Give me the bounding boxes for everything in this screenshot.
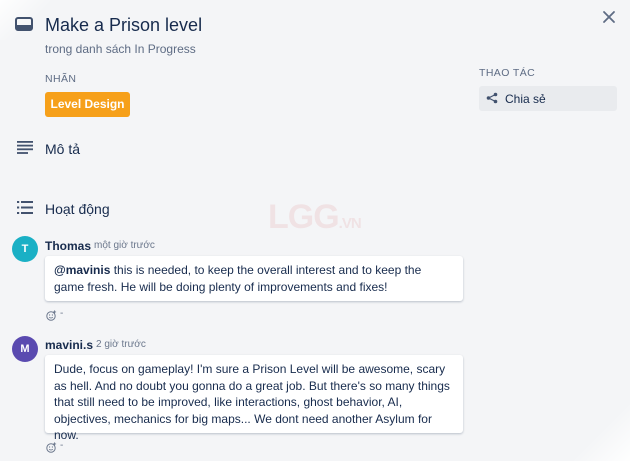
description-heading: Mô tả (45, 141, 81, 157)
actions-heading: THAO TÁC (479, 67, 536, 79)
share-label: Chia sẻ (505, 92, 546, 106)
comment-text: this is needed, to keep the overall inte… (54, 263, 422, 294)
avatar[interactable]: T (12, 236, 38, 262)
close-icon[interactable] (601, 9, 617, 25)
avatar[interactable]: M (12, 336, 38, 362)
comment-author[interactable]: mavini.s (45, 338, 93, 352)
comment-text: Dude, focus on gameplay! I'm sure a Pris… (54, 362, 450, 442)
card-title[interactable]: Make a Prison level (45, 15, 202, 36)
mention[interactable]: @mavinis (54, 263, 110, 277)
comment-body: @mavinis this is needed, to keep the ove… (45, 256, 463, 301)
share-button[interactable]: Chia sẻ (479, 86, 617, 111)
label-level-design[interactable]: Level Design (45, 92, 130, 117)
card-list-subtitle: trong danh sách In Progress (45, 42, 196, 56)
corner-glare (570, 401, 630, 461)
add-reaction-icon[interactable] (46, 442, 57, 453)
comment-time[interactable]: một giờ trước (94, 240, 155, 251)
share-icon (486, 92, 498, 104)
labels-heading: NHÃN (45, 73, 77, 85)
activity-icon (17, 201, 33, 214)
comment-footer: - (60, 440, 64, 451)
comment-body: Dude, focus on gameplay! I'm sure a Pris… (45, 355, 463, 442)
comment-time[interactable]: 2 giờ trước (96, 339, 146, 350)
comment-author[interactable]: Thomas (45, 239, 91, 253)
watermark-logo: LGG.VN (268, 198, 362, 236)
comment-footer: - (60, 308, 64, 319)
description-icon (17, 141, 33, 154)
card-icon (15, 17, 33, 31)
activity-heading: Hoạt động (45, 201, 110, 217)
add-reaction-icon[interactable] (46, 310, 57, 321)
